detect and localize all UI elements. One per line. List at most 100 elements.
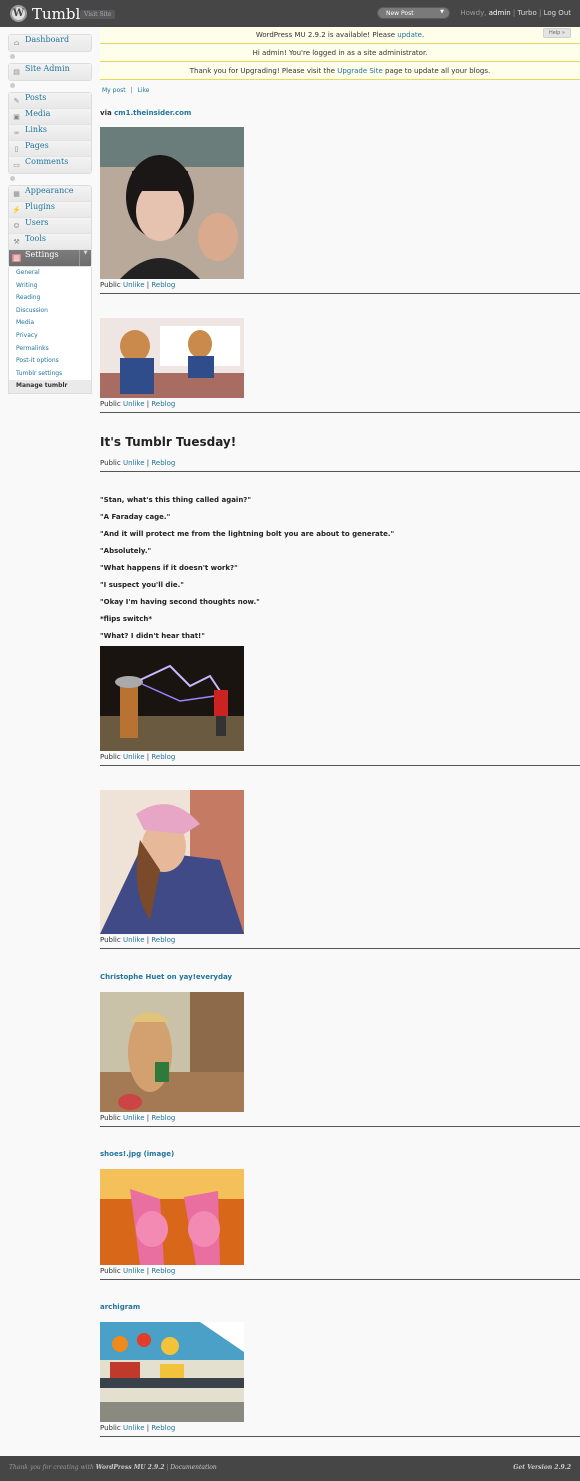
visibility-label: Public	[100, 1114, 121, 1122]
reblog-link[interactable]: Reblog	[151, 459, 175, 467]
visibility-label: Public	[100, 1267, 121, 1275]
menu-plugins[interactable]: ⚡ Plugins	[9, 202, 91, 218]
dialogue-line: "Okay I'm having second thoughts now."	[100, 598, 260, 606]
my-post-link[interactable]: My post	[102, 87, 126, 94]
site-admin-icon: ▤	[13, 68, 20, 76]
unlike-link[interactable]: Unlike	[123, 1114, 145, 1122]
submenu-item[interactable]: Media	[9, 317, 91, 330]
menu-site-admin[interactable]: ▤ Site Admin	[9, 64, 91, 80]
post-image[interactable]	[100, 1322, 244, 1422]
post-image[interactable]	[100, 318, 244, 398]
submenu-item[interactable]: General	[9, 267, 91, 280]
reblog-link[interactable]: Reblog	[151, 753, 175, 761]
menu-label: Site Admin	[25, 64, 70, 73]
menu-settings[interactable]: ▥ Settings ▼	[9, 250, 91, 266]
separator: |	[146, 1424, 150, 1432]
submenu-item[interactable]: Tumblr settings	[9, 368, 91, 381]
settings-submenu: General Writing Reading Discussion Media Priv…	[8, 267, 92, 394]
menu-appearance[interactable]: ▦ Appearance	[9, 186, 91, 202]
submenu-item[interactable]: Permalinks	[9, 343, 91, 356]
dropdown-arrow-icon[interactable]: ▼	[440, 9, 444, 15]
menu-label: Posts	[25, 93, 47, 102]
header-user-links: Howdy, admin | Turbo | Log Out	[460, 9, 571, 17]
post-image[interactable]	[100, 992, 244, 1112]
help-button[interactable]: Help »	[542, 28, 571, 38]
menu-pages[interactable]: ▯ Pages	[9, 141, 91, 157]
menu-posts[interactable]: ✎ Posts	[9, 93, 91, 109]
post-meta: Public Unlike | Reblog	[100, 752, 175, 762]
log-out-link[interactable]: Log Out	[544, 9, 571, 17]
source-link[interactable]: Christophe Huet on yay!everyday	[100, 973, 232, 981]
separator: |	[146, 753, 150, 761]
wordpress-link[interactable]: WordPress MU 2.9.2	[96, 1464, 165, 1471]
unlike-link[interactable]: Unlike	[123, 281, 145, 289]
menu-comments[interactable]: ▭ Comments	[9, 157, 91, 173]
unlike-link[interactable]: Unlike	[123, 753, 145, 761]
update-link[interactable]: update	[397, 31, 422, 39]
post-image[interactable]	[100, 646, 244, 751]
post-divider	[100, 1279, 580, 1280]
menu-label: Pages	[25, 141, 49, 150]
menu-label: Tools	[25, 234, 47, 243]
dialogue-line: *flips switch*	[100, 615, 153, 623]
submenu-item[interactable]: Manage tumblr	[9, 380, 91, 393]
reblog-link[interactable]: Reblog	[151, 400, 175, 408]
dialogue-line: "A Faraday cage."	[100, 513, 171, 521]
admin-notice: Hi admin! You're logged in as a site adm…	[100, 45, 580, 62]
submenu-item[interactable]: Discussion	[9, 305, 91, 318]
menu-users[interactable]: ☺ Users	[9, 218, 91, 234]
upgrade-notice: Thank you for Upgrading! Please visit th…	[100, 63, 580, 80]
howdy-text: Howdy,	[460, 9, 487, 17]
post-image[interactable]	[100, 127, 244, 279]
unlike-link[interactable]: Unlike	[123, 1424, 145, 1432]
unlike-link[interactable]: Unlike	[123, 400, 145, 408]
post-image[interactable]	[100, 1169, 244, 1265]
unlike-link[interactable]: Unlike	[123, 1267, 145, 1275]
source-link[interactable]: archigram	[100, 1303, 140, 1311]
reblog-link[interactable]: Reblog	[151, 1114, 175, 1122]
menu-toggle-icon[interactable]: ▼	[79, 250, 91, 266]
submenu-item[interactable]: Reading	[9, 292, 91, 305]
documentation-link[interactable]: Documentation	[170, 1464, 217, 1471]
submenu-item[interactable]: Writing	[9, 280, 91, 293]
turbo-link[interactable]: Turbo	[517, 9, 536, 17]
menu-links[interactable]: ∞ Links	[9, 125, 91, 141]
separator: |	[538, 9, 542, 17]
get-version-link[interactable]: Get Version 2.9.2	[513, 1464, 571, 1471]
dashboard-icon: ⌂	[13, 39, 20, 47]
dialogue-line: "Absolutely."	[100, 547, 152, 555]
visit-site-button[interactable]: Visit Site	[80, 10, 116, 19]
notice-text: Thank you for Upgrading! Please visit th…	[189, 67, 338, 75]
notice-text: WordPress MU 2.9.2 is available! Please	[255, 31, 398, 39]
post-divider	[100, 1126, 580, 1127]
new-post-dropdown[interactable]: New Post ▼	[377, 7, 450, 19]
unlike-link[interactable]: Unlike	[123, 459, 145, 467]
reblog-link[interactable]: Reblog	[151, 281, 175, 289]
post-divider	[100, 471, 580, 472]
separator: |	[146, 281, 150, 289]
notice-text: .	[421, 31, 425, 39]
source-link[interactable]: shoes!.jpg (image)	[100, 1150, 174, 1158]
submenu-item[interactable]: Privacy	[9, 330, 91, 343]
submenu-item[interactable]: Post-it options	[9, 355, 91, 368]
dialogue-line: "What happens if it doesn't work?"	[100, 564, 238, 572]
separator: |	[146, 1114, 150, 1122]
like-link[interactable]: Like	[137, 87, 149, 94]
wordpress-logo-icon[interactable]: W	[10, 5, 27, 22]
reblog-link[interactable]: Reblog	[151, 1267, 175, 1275]
menu-tools[interactable]: ⚒ Tools	[9, 234, 91, 250]
menu-dashboard[interactable]: ⌂ Dashboard	[9, 35, 91, 51]
menu-media[interactable]: ▣ Media	[9, 109, 91, 125]
subnav: My post | Like	[102, 87, 149, 94]
unlike-link[interactable]: Unlike	[123, 936, 145, 944]
upgrade-site-link[interactable]: Upgrade Site	[337, 67, 383, 75]
separator: |	[130, 87, 133, 94]
user-link[interactable]: admin	[489, 9, 511, 17]
source-link[interactable]: cm1.theinsider.com	[114, 109, 191, 117]
post-image[interactable]	[100, 790, 244, 934]
footer-text: Thank you for creating with	[9, 1464, 96, 1471]
reblog-link[interactable]: Reblog	[151, 1424, 175, 1432]
reblog-link[interactable]: Reblog	[151, 936, 175, 944]
post-3: It's Tumblr Tuesday! Public Unlike | Reb…	[100, 435, 580, 472]
menu-label: Links	[25, 125, 47, 134]
